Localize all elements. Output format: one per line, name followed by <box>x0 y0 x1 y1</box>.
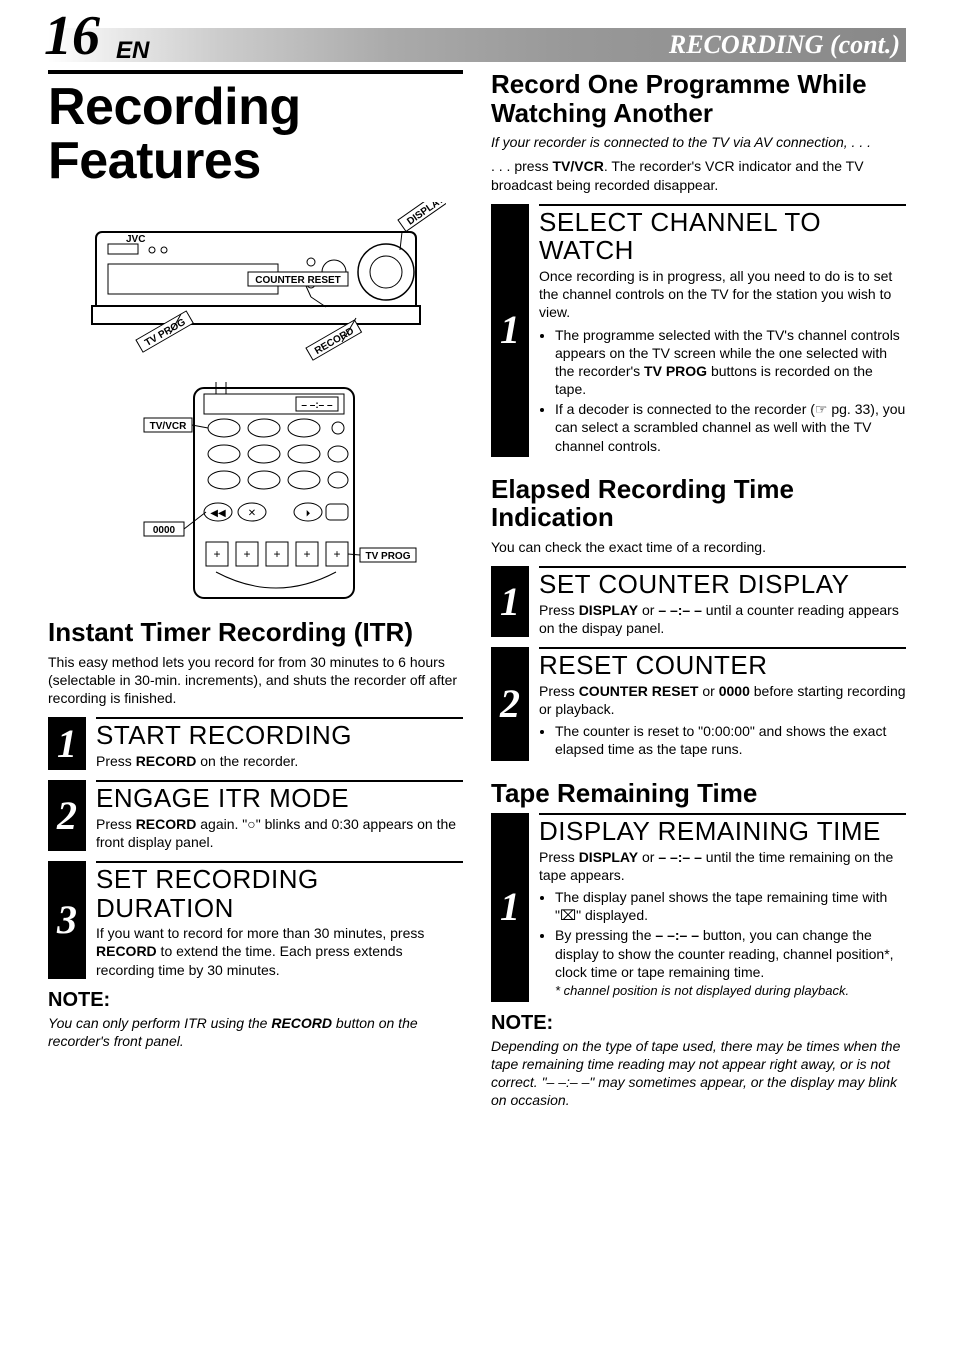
header-bar: 16 EN RECORDING (cont.) <box>48 28 906 62</box>
itr-intro: This easy method lets you record for fro… <box>48 653 463 708</box>
svg-text:COUNTER RESET: COUNTER RESET <box>255 275 341 286</box>
list-item: The display panel shows the tape remaini… <box>555 888 906 924</box>
itr-heading: Instant Timer Recording (ITR) <box>48 618 463 647</box>
sec2-heading: Elapsed Recording Time Indication <box>491 475 906 532</box>
manual-page: 16 EN RECORDING (cont.) Recording Featur… <box>0 0 954 1160</box>
step-number-icon: 2 <box>48 780 86 851</box>
step-body: Press RECORD again. "○" blinks and 0:30 … <box>96 815 463 851</box>
svg-text:+: + <box>333 547 340 561</box>
step-title: DISPLAY REMAINING TIME <box>539 813 906 846</box>
svg-text:TV/VCR: TV/VCR <box>149 421 186 432</box>
bullet-list: The programme selected with the TV's cha… <box>539 326 906 455</box>
step-body: Press RECORD on the recorder. <box>96 752 463 770</box>
page-number-lang: EN <box>116 37 149 65</box>
right-column: Record One Programme While Watching Anot… <box>491 70 906 1120</box>
svg-text:0000: 0000 <box>152 525 175 536</box>
remote-body-icon: – –:– – <box>194 382 354 598</box>
note-body: Depending on the type of tape used, ther… <box>491 1037 906 1110</box>
step-title: RESET COUNTER <box>539 647 906 680</box>
svg-text:+: + <box>303 547 310 561</box>
step-body: Press DISPLAY or – –:– – until a counter… <box>539 601 906 637</box>
step-title: ENGAGE ITR MODE <box>96 780 463 813</box>
list-item: The programme selected with the TV's cha… <box>555 326 906 399</box>
svg-text:⏵: ⏵ <box>305 508 310 518</box>
sec1-intro: . . . press TV/VCR. The recorder's VCR i… <box>491 157 906 193</box>
bullet-list: The counter is reset to "0:00:00" and sh… <box>539 722 906 758</box>
svg-text:+: + <box>273 547 280 561</box>
remote-label-tvprog: TV PROG <box>360 548 416 562</box>
note-body: You can only perform ITR using the RECOR… <box>48 1014 463 1050</box>
sec3-step-1: 1 DISPLAY REMAINING TIME Press DISPLAY o… <box>491 813 906 1002</box>
bullet-list: The display panel shows the tape remaini… <box>539 888 906 1000</box>
step-body: Press DISPLAY or – –:– – until the time … <box>539 848 906 884</box>
step-1: 1 START RECORDING Press RECORD on the re… <box>48 717 463 770</box>
step-number-icon: 1 <box>491 566 529 637</box>
sec2-step-1: 1 SET COUNTER DISPLAY Press DISPLAY or –… <box>491 566 906 637</box>
page-number: 16 <box>44 8 100 64</box>
step-title: SELECT CHANNEL TO WATCH <box>539 204 906 265</box>
note-heading: NOTE: <box>491 1012 906 1035</box>
sec3-heading: Tape Remaining Time <box>491 779 906 808</box>
svg-text:+: + <box>243 547 250 561</box>
step-number-icon: 1 <box>491 204 529 457</box>
list-item: If a decoder is connected to the recorde… <box>555 400 906 455</box>
rule <box>48 70 463 74</box>
note-heading: NOTE: <box>48 989 463 1012</box>
remote-label-tvvcr: TV/VCR <box>144 418 192 432</box>
sec1-step-1: 1 SELECT CHANNEL TO WATCH Once recording… <box>491 204 906 457</box>
sec2-intro: You can check the exact time of a record… <box>491 538 906 556</box>
svg-text:DISPLAY: DISPLAY <box>405 202 446 228</box>
jvc-label: JVC <box>126 234 145 245</box>
step-body: Once recording is in progress, all you n… <box>539 267 906 322</box>
step-3: 3 SET RECORDING DURATION If you want to … <box>48 861 463 979</box>
svg-text:– –:– –: – –:– – <box>301 400 333 411</box>
svg-text:TV PROG: TV PROG <box>365 551 410 562</box>
header-title: RECORDING (cont.) <box>669 30 900 60</box>
vcr-label-display: DISPLAY <box>398 202 446 231</box>
sec2-step-2: 2 RESET COUNTER Press COUNTER RESET or 0… <box>491 647 906 760</box>
list-item: The counter is reset to "0:00:00" and sh… <box>555 722 906 758</box>
vcr-label-record: RECORD <box>306 320 361 360</box>
step-title: START RECORDING <box>96 717 463 750</box>
step-title: SET RECORDING DURATION <box>96 861 463 922</box>
list-item: By pressing the – –:– – button, you can … <box>555 926 906 999</box>
svg-text:✕: ✕ <box>247 508 255 519</box>
step-title: SET COUNTER DISPLAY <box>539 566 906 599</box>
remote-label-zero: 0000 <box>144 522 184 536</box>
vcr-remote-diagram: JVC DISPLAY <box>48 202 463 602</box>
step-number-icon: 1 <box>491 813 529 1002</box>
step-2: 2 ENGAGE ITR MODE Press RECORD again. "○… <box>48 780 463 851</box>
sec1-intro-ital: If your recorder is connected to the TV … <box>491 133 906 151</box>
step-number-icon: 3 <box>48 861 86 979</box>
step-number-icon: 1 <box>48 717 86 770</box>
main-title: Recording Features <box>48 80 463 188</box>
vcr-label-counter-reset: COUNTER RESET <box>248 272 348 286</box>
left-column: Recording Features JVC <box>48 70 463 1120</box>
svg-text:+: + <box>213 547 220 561</box>
step-number-icon: 2 <box>491 647 529 760</box>
step-body: Press COUNTER RESET or 0000 before start… <box>539 682 906 718</box>
svg-text:◀◀: ◀◀ <box>210 508 226 519</box>
sec1-heading: Record One Programme While Watching Anot… <box>491 70 906 127</box>
footnote: * channel position is not displayed duri… <box>555 983 849 998</box>
step-body: If you want to record for more than 30 m… <box>96 924 463 979</box>
